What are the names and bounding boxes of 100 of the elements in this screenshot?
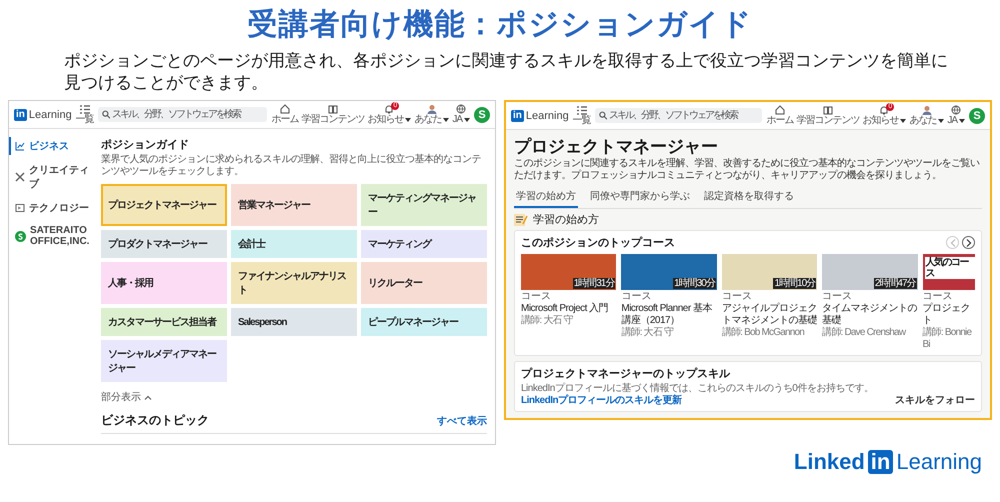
nav-item[interactable]: JA [452,104,470,125]
caret-icon [405,118,412,122]
course-title[interactable]: プロジェクト [922,303,975,327]
duration-badge: 1時間10分 [773,278,816,289]
update-skills-link[interactable]: LinkedInプロフィールのスキルを更新 [521,395,682,406]
sidebar-item[interactable]: テクノロジー [9,199,101,217]
nav-item[interactable]: 学習コンテンツ [301,104,364,125]
course-type: コース [922,291,954,302]
course-title[interactable]: Microsoft Planner 基本講座（2017） [621,303,717,327]
bell-icon [879,105,890,115]
section-heading: ビジネスのトピック [101,412,209,429]
home-icon [280,104,290,114]
nav-label: 学習コンテンツ [301,114,364,125]
nav-item[interactable]: JA [947,105,965,126]
nav-item[interactable]: あなた [414,104,450,125]
duration-badge: 1時間31分 [572,278,616,289]
position-tile[interactable]: Salesperson [231,308,357,336]
book-icon [328,104,338,114]
position-tile[interactable]: マーケティングマネージャー [361,184,487,226]
search-field[interactable]: スキル、分野、ソフトウェアを検索 [594,108,762,123]
course-type: コース [822,291,854,303]
chevron-left-icon [950,238,956,246]
sidebar-item[interactable]: ビジネス [9,137,101,155]
caret-icon [959,118,965,122]
nav-item[interactable]: あなた [909,105,944,126]
nav-label: お知らせ [367,114,412,125]
duration-badge: 1時間30分 [673,278,716,289]
logo-text: Learning [526,110,569,122]
list-icon [576,106,587,114]
position-tile[interactable]: 人事・採用 [101,262,227,304]
slide-description: ポジションごとのページが用意され、各ポジションに関連するスキルを取得する上で役立つ学習コンテンツを簡単に見つけることができます。 [64,50,949,94]
avatar-icon [922,105,932,115]
popular-badge: 人気のコース [924,257,975,279]
position-tile[interactable]: リクルーター [361,262,487,304]
nav-label: ホーム [766,115,794,126]
section-heading: 学習の始め方 [533,212,599,227]
caret-icon [464,118,470,122]
menu-button[interactable]: 一覧 [572,106,591,126]
sidebar-item[interactable]: クリエイティブ [9,161,101,193]
course-title[interactable]: アジャイルプロジェクトマネジメントの基礎 [722,303,818,327]
follow-skills-button[interactable]: スキルをフォロー [895,393,975,407]
slide-title: 受講者向け機能：ポジションガイド [246,7,754,43]
nav-item[interactable]: 学習コンテンツ [796,105,860,126]
search-icon [102,110,110,119]
nav-label: 学習コンテンツ [796,115,860,126]
logo-mark: in [14,108,27,120]
nav-label: あなた [909,115,944,126]
course-thumbnail[interactable]: 2時間47分 [822,254,918,290]
course-thumbnail[interactable]: 人気のコース [922,254,975,290]
next-button[interactable] [962,236,975,249]
see-all-link[interactable]: すべて表示 [437,414,487,428]
tab[interactable]: 同僚や専門家から学ぶ [588,186,692,208]
page-subtitle: 業界で人気のポジションに求められるスキルの理解、習得と向上に役立つ基本的なコンテンツやツールをチェックします。 [101,154,482,178]
bell-icon [384,104,394,114]
course-author: 講師: 大石 守 [621,327,674,339]
course-title[interactable]: タイムマネジメントの基礎 [822,303,918,327]
tab[interactable]: 学習の始め方 [514,186,578,208]
course-title[interactable]: Microsoft Project 入門 [521,303,616,315]
nav-item[interactable]: ホーム [766,105,794,126]
course-author: 講師: 大石 守 [521,315,574,327]
avatar-icon [426,104,437,114]
card-title: このポジションのトップコース [521,236,675,250]
logo-text: Learning [28,108,72,120]
position-tile[interactable]: ファイナンシャルアナリスト [231,262,357,304]
collapse-link[interactable]: 部分表示 [101,390,152,404]
card-title: プロジェクトマネージャーのトップスキル [521,366,731,381]
course-thumbnail[interactable]: 1時間31分 [521,254,616,290]
position-tile[interactable]: マーケティング [361,230,487,258]
course-thumbnail[interactable]: 1時間30分 [621,254,717,290]
course-thumbnail[interactable]: 1時間10分 [722,254,818,290]
page-heading: プロジェクトマネージャー [514,136,719,158]
search-field[interactable]: スキル、分野、ソフトウェアを検索 [98,107,268,122]
caret-icon [938,118,944,122]
nav-label: お知らせ [862,115,906,126]
screen-icon [15,203,25,213]
position-tile[interactable]: ピープルマネージャー [361,308,487,336]
position-tile[interactable]: 営業マネージャー [231,184,357,226]
sidebar-item[interactable]: SATERAITO OFFICE,INC. [9,223,101,249]
skills-note: LinkedInプロフィールに基づく情報では、これらのスキルのうち0件をお持ちです。 LinkedInプロフィールのスキルを更新 [521,383,874,407]
course-type: コース [722,291,753,303]
page-subtitle: このポジションに関連するスキルを理解、学習、改善するために役立つ基本的なコンテンツやツールをご覧いただけます。プロフェッショナルコミュニティとつながり、キャリアアップの機会を探りましょう。 [514,158,980,182]
position-tile[interactable]: ソーシャルメディアマネージャー [101,340,227,382]
duration-badge: 2時間47分 [874,278,917,289]
course-type: コース [621,291,652,303]
list-icon [80,104,90,114]
position-tile[interactable]: 会計士 [231,230,357,258]
position-tile[interactable]: プロダクトマネージャー [101,230,227,258]
nav-item[interactable]: ホーム [271,104,298,125]
nav-label: JA [452,114,470,125]
chevron-up-icon [144,394,152,400]
caret-icon [443,118,450,122]
course-author: 講師: Bob McGannon [722,327,806,339]
tab[interactable]: 認定資格を取得する [702,186,796,208]
course-author: 講師: Dave Crenshaw [822,327,907,339]
notepad-icon [514,214,528,226]
book-icon [822,105,833,115]
chart-icon [15,141,25,151]
menu-button[interactable]: 一覧 [76,104,94,124]
position-tile[interactable]: プロジェクトマネージャー [101,184,227,226]
position-tile[interactable]: カスタマーサービス担当者 [101,308,227,336]
